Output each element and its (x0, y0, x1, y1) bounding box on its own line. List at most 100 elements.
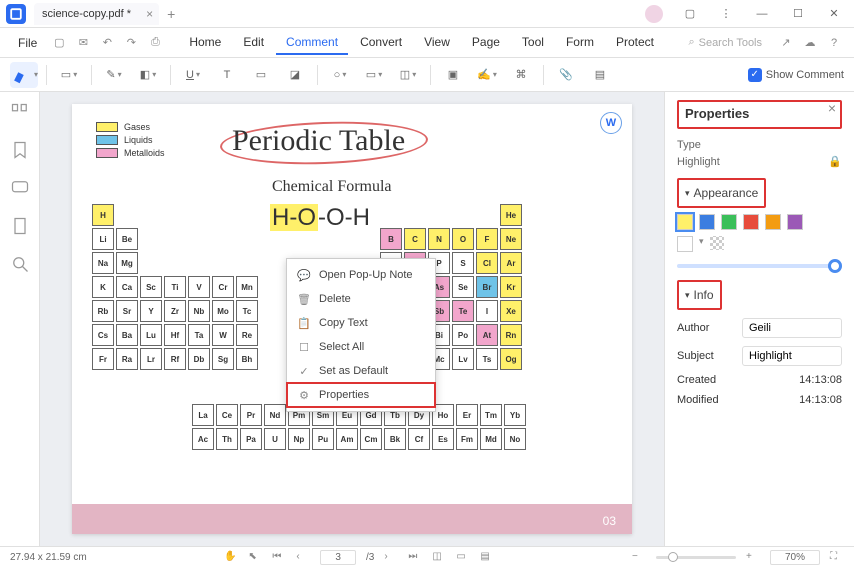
subject-input[interactable] (742, 346, 842, 366)
menu-edit[interactable]: Edit (233, 31, 274, 55)
pencil-tool[interactable]: ✎ (100, 62, 128, 88)
color-swatch[interactable] (765, 214, 781, 230)
author-input[interactable] (742, 318, 842, 338)
color-swatch[interactable] (787, 214, 803, 230)
page-input[interactable]: 3 (320, 550, 356, 565)
redo-icon[interactable]: ↷ (121, 33, 141, 53)
fit-page-icon[interactable]: ▭ (456, 551, 470, 565)
lock-icon[interactable]: 🔒 (828, 155, 842, 168)
element-Na: Na (92, 252, 114, 274)
save-icon[interactable]: ▢ (49, 33, 69, 53)
opacity-slider[interactable] (677, 264, 842, 268)
ctx-open-pop-up-note[interactable]: 💬Open Pop-Up Note (287, 263, 435, 287)
note-tool[interactable]: ▭ (55, 62, 83, 88)
audio-tool[interactable]: ▤ (586, 62, 614, 88)
more-icon[interactable]: ⋮ (712, 2, 740, 26)
undo-icon[interactable]: ↶ (97, 33, 117, 53)
new-tab-button[interactable]: + (167, 6, 175, 22)
fullscreen-icon[interactable]: ⛶ (830, 551, 844, 565)
menu-view[interactable]: View (414, 31, 460, 55)
ctx-delete[interactable]: 🗑Delete (287, 287, 435, 311)
window-minimize-icon[interactable]: — (748, 2, 776, 26)
element-Pr: Pr (240, 404, 262, 426)
eraser-tool[interactable]: ◧ (134, 62, 162, 88)
reading-mode-icon[interactable]: ▤ (480, 551, 494, 565)
ctx-set-as-default[interactable]: ✓Set as Default (287, 359, 435, 383)
shape-tool[interactable]: ○ (326, 62, 354, 88)
document-tab[interactable]: science-copy.pdf * × (34, 3, 159, 25)
share-icon[interactable]: ↗ (776, 33, 796, 53)
cloud-icon[interactable]: ☁ (800, 33, 820, 53)
zoom-out-icon[interactable]: − (632, 551, 646, 565)
signature-tool[interactable]: ✍ (473, 62, 501, 88)
hand-tool-icon[interactable]: ✋ (224, 551, 238, 565)
menu-protect[interactable]: Protect (606, 31, 664, 55)
element-Db: Db (188, 348, 210, 370)
first-page-icon[interactable]: ⏮ (272, 551, 286, 565)
menu-comment[interactable]: Comment (276, 31, 348, 55)
fit-width-icon[interactable]: ◫ (432, 551, 446, 565)
bookmarks-icon[interactable] (10, 140, 30, 160)
color-swatch[interactable] (699, 214, 715, 230)
ctx-select-all[interactable]: ☐Select All (287, 335, 435, 359)
underline-tool[interactable]: U (179, 62, 207, 88)
menu-home[interactable]: Home (179, 31, 231, 55)
attachment-tool[interactable]: 📎 (552, 62, 580, 88)
search-tools[interactable]: ⌕ Search Tools (688, 36, 762, 49)
ctx-properties[interactable]: ⚙Properties (287, 383, 435, 407)
menu-form[interactable]: Form (556, 31, 604, 55)
print-icon[interactable]: ⎙ (145, 33, 165, 53)
text-tool[interactable]: T (213, 62, 241, 88)
help-icon[interactable]: ? (824, 33, 844, 53)
menu-tool[interactable]: Tool (512, 31, 554, 55)
select-tool-icon[interactable]: ⬉ (248, 551, 262, 565)
tab-close-icon[interactable]: × (146, 7, 153, 21)
comments-icon[interactable] (10, 178, 30, 198)
thumbnails-icon[interactable] (10, 102, 30, 122)
element-Bh: Bh (236, 348, 258, 370)
element-Mo: Mo (212, 300, 234, 322)
show-comment-toggle[interactable]: ✓ Show Comment (748, 68, 844, 82)
distance-tool[interactable]: ◫ (394, 62, 422, 88)
zoom-value[interactable]: 70% (770, 550, 820, 565)
info-section[interactable]: Info (677, 280, 722, 310)
color-swatch[interactable] (721, 214, 737, 230)
search-panel-icon[interactable] (10, 254, 30, 274)
next-page-icon[interactable]: › (384, 551, 398, 565)
word-export-icon[interactable]: W (600, 112, 622, 134)
avatar-icon[interactable] (640, 2, 668, 26)
notification-icon[interactable]: ▢ (676, 2, 704, 26)
fill-color-picker[interactable] (677, 236, 693, 252)
ctx-copy-text[interactable]: 📋Copy Text (287, 311, 435, 335)
zoom-slider[interactable] (656, 556, 736, 559)
document-canvas[interactable]: W GasesLiquidsMetalloids Periodic Table … (40, 92, 664, 546)
color-swatch[interactable] (743, 214, 759, 230)
highlighted-text[interactable]: H-O (270, 204, 318, 231)
menu-page[interactable]: Page (462, 31, 510, 55)
textbox-tool[interactable]: ▭ (247, 62, 275, 88)
element-Mg: Mg (116, 252, 138, 274)
highlight-tool[interactable] (10, 62, 38, 88)
callout-tool[interactable]: ◪ (281, 62, 309, 88)
opacity-picker[interactable] (710, 236, 724, 250)
link-tool[interactable]: ⌘ (507, 62, 535, 88)
element-Lu: Lu (140, 324, 162, 346)
zoom-in-icon[interactable]: + (746, 551, 760, 565)
element-Ca: Ca (116, 276, 138, 298)
window-close-icon[interactable]: ✕ (820, 2, 848, 26)
color-swatch[interactable] (677, 214, 693, 230)
last-page-icon[interactable]: ⏭ (408, 551, 422, 565)
modified-label: Modified (677, 394, 719, 406)
measure-tool[interactable]: ▭ (360, 62, 388, 88)
appearance-section[interactable]: Appearance (677, 178, 766, 208)
close-panel-icon[interactable]: × (828, 100, 836, 116)
stamp-tool[interactable]: ▣ (439, 62, 467, 88)
pdf-page: W GasesLiquidsMetalloids Periodic Table … (72, 104, 632, 534)
file-menu[interactable]: File (10, 32, 45, 54)
prev-page-icon[interactable]: ‹ (296, 551, 310, 565)
attachments-icon[interactable] (10, 216, 30, 236)
window-maximize-icon[interactable]: ☐ (784, 2, 812, 26)
element-O: O (452, 228, 474, 250)
mail-icon[interactable]: ✉ (73, 33, 93, 53)
menu-convert[interactable]: Convert (350, 31, 412, 55)
